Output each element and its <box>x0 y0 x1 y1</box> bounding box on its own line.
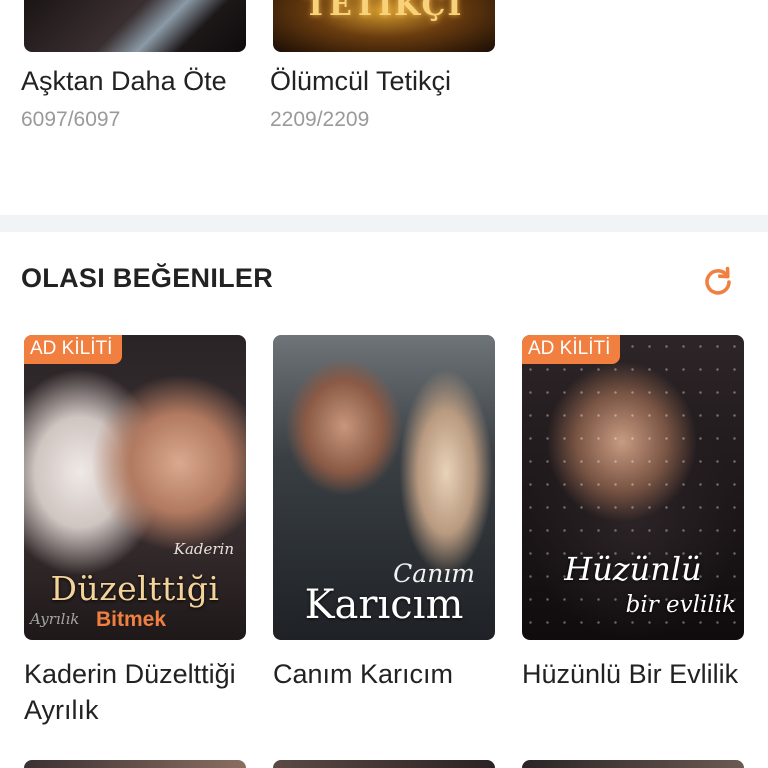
cover-subtitle: bir evlilik <box>625 592 736 618</box>
chapter-progress: 2209/2209 <box>270 108 370 131</box>
book-cover-image[interactable]: AD KİLİTİ Kaderin Düzelttiği Ayrılık Bit… <box>24 335 246 640</box>
refresh-icon <box>705 266 731 295</box>
book-title[interactable]: Aşktan Daha Öte <box>21 66 227 97</box>
cover-subtitle: Kaderin <box>173 540 234 558</box>
section-divider <box>0 215 768 232</box>
cover-title: Hüzünlü <box>564 550 702 588</box>
cover-tag: Bitmek <box>96 608 167 631</box>
refresh-button[interactable] <box>700 264 736 300</box>
book-title[interactable]: Canım Karıcım <box>273 656 513 692</box>
cover-title-text: TETİKÇİ <box>304 0 464 23</box>
book-cover-image[interactable]: TETİKÇİ <box>273 0 495 52</box>
section-title: OLASI BEĞENILER <box>21 263 274 293</box>
cover-subtitle: Ayrılık <box>30 610 80 628</box>
book-title[interactable]: Ölümcül Tetikçi <box>270 66 451 97</box>
chapter-progress: 6097/6097 <box>21 108 121 131</box>
book-card[interactable]: Canım Karıcım Canım Karıcım <box>273 335 495 692</box>
book-cover-image[interactable] <box>24 0 246 52</box>
cover-title: Düzelttiği <box>50 569 220 608</box>
book-card[interactable]: AD KİLİTİ Kaderin Düzelttiği Ayrılık Bit… <box>24 335 246 728</box>
continue-reading-section: TETİKÇİ Aşktan Daha Öte 6097/6097 Ölümcü… <box>0 0 768 215</box>
book-cover-image[interactable]: AD KİLİTİ Hüzünlü bir evlilik <box>522 335 744 640</box>
ad-lock-badge: AD KİLİTİ <box>522 335 621 364</box>
book-card[interactable]: AD KİLİTİ Hüzünlü bir evlilik Hüzünlü Bi… <box>522 335 744 692</box>
book-cover-image[interactable]: Canım Karıcım <box>273 335 495 640</box>
cover-title: Karıcım <box>304 582 464 628</box>
book-cover-image[interactable] <box>273 760 495 768</box>
book-cover-image[interactable] <box>522 760 744 768</box>
book-title[interactable]: Hüzünlü Bir Evlilik <box>522 656 762 692</box>
book-title[interactable]: Kaderin Düzelttiği Ayrılık <box>24 656 264 728</box>
ad-lock-badge: AD KİLİTİ <box>24 335 123 364</box>
book-cover-image[interactable] <box>24 760 246 768</box>
